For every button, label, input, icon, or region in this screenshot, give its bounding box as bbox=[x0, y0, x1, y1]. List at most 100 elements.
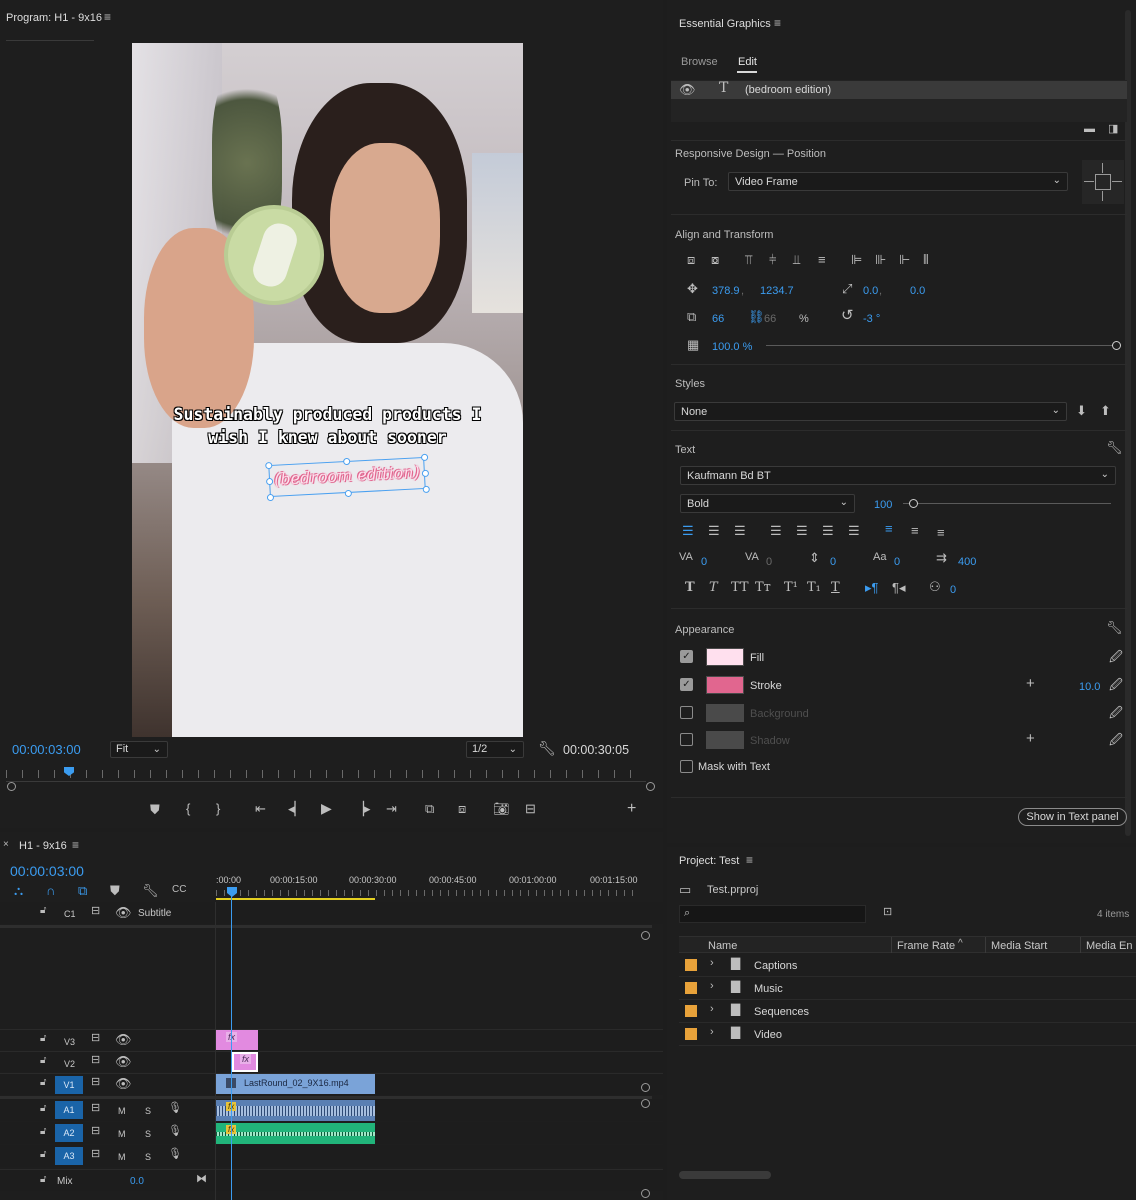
eye-icon[interactable]: 👁︎ bbox=[115, 906, 132, 919]
eye-icon[interactable]: 👁︎ bbox=[115, 1033, 132, 1046]
chevron-right-icon[interactable]: › bbox=[710, 1027, 714, 1038]
play-icon[interactable]: ▶ bbox=[321, 801, 332, 815]
justify-last-right-icon[interactable]: ☰ bbox=[822, 524, 834, 537]
small-caps-icon[interactable]: Tт bbox=[755, 581, 771, 594]
eye-icon[interactable]: 👁︎ bbox=[115, 1055, 132, 1068]
step-forward-icon[interactable]: ▕▸ bbox=[354, 802, 371, 815]
close-icon[interactable]: × bbox=[3, 840, 9, 850]
audio-clip-a2[interactable]: fx bbox=[216, 1123, 375, 1144]
show-in-text-panel-button[interactable]: Show in Text panel bbox=[1018, 808, 1127, 826]
mark-out-icon[interactable]: } bbox=[216, 802, 220, 815]
label-color-swatch[interactable] bbox=[685, 1005, 697, 1017]
font-size-slider-thumb[interactable] bbox=[909, 499, 919, 508]
scroll-handle[interactable] bbox=[641, 1189, 650, 1198]
track-output-icon[interactable]: ⊟ bbox=[91, 1103, 100, 1114]
eyedropper-icon[interactable]: 🖉 bbox=[1109, 650, 1123, 663]
program-timecode-current[interactable]: 00:00:03:00 bbox=[12, 742, 81, 757]
push-style-down-icon[interactable]: ⬇ bbox=[1076, 404, 1087, 417]
overwrite-icon[interactable]: ⧈ bbox=[458, 802, 466, 815]
faux-italic-icon[interactable]: T bbox=[709, 581, 718, 594]
eyedropper-icon[interactable]: 🖉 bbox=[1109, 733, 1123, 746]
ltr-direction-icon[interactable]: ▸¶ bbox=[865, 581, 879, 594]
scale-value[interactable]: 66 bbox=[712, 313, 724, 325]
lock-icon[interactable]: 🔓︎ bbox=[40, 1056, 46, 1066]
faux-bold-icon[interactable]: T bbox=[685, 581, 695, 594]
align-horizontal-center-icon[interactable]: ⧇ bbox=[711, 253, 719, 266]
panel-menu-icon[interactable]: ≡ bbox=[104, 11, 111, 23]
video-frame[interactable]: Sustainably produced products I wish I k… bbox=[132, 43, 523, 737]
timeline-timecode[interactable]: 00:00:03:00 bbox=[10, 863, 84, 879]
scroll-handle-right[interactable] bbox=[646, 782, 655, 791]
list-item[interactable]: › ▇ Video bbox=[679, 1024, 1136, 1046]
track-target-a1[interactable]: A1 bbox=[55, 1101, 83, 1119]
lock-icon[interactable]: 🔓︎ bbox=[40, 906, 46, 916]
eyedropper-icon[interactable]: 🖉 bbox=[1109, 678, 1123, 691]
link-icon[interactable]: ⛓︎ bbox=[748, 310, 765, 323]
list-item[interactable]: › ▇ Sequences bbox=[679, 1001, 1136, 1023]
subscript-icon[interactable]: T₁ bbox=[807, 581, 821, 594]
chevron-right-icon[interactable]: › bbox=[710, 981, 714, 992]
chevron-right-icon[interactable]: › bbox=[710, 958, 714, 969]
work-area-bar[interactable] bbox=[216, 898, 375, 900]
justify-last-center-icon[interactable]: ☰ bbox=[796, 524, 808, 537]
handle-tl[interactable] bbox=[265, 461, 273, 470]
video-clip[interactable]: LastRound_02_9X16.mp4 bbox=[216, 1074, 375, 1094]
chevron-right-icon[interactable]: › bbox=[710, 1004, 714, 1015]
microphone-icon[interactable]: 🎙︎ bbox=[168, 1103, 182, 1114]
track-target-v1[interactable]: V1 bbox=[55, 1076, 83, 1094]
opacity-slider-thumb[interactable] bbox=[1112, 341, 1121, 350]
justify-last-left-icon[interactable]: ☰ bbox=[770, 524, 782, 537]
new-layer-group-icon[interactable]: ▬ bbox=[1084, 124, 1095, 135]
tab-width-value[interactable]: 400 bbox=[958, 556, 976, 568]
panel-menu-icon[interactable]: ≡ bbox=[72, 839, 79, 851]
audio-track-a3[interactable]: 🔓︎ A3 ⊟ M S 🎙︎ bbox=[0, 1145, 663, 1167]
scroll-handle[interactable] bbox=[641, 1099, 650, 1108]
font-weight-select[interactable]: Bold ⌄ bbox=[680, 494, 855, 513]
new-layer-icon[interactable]: ◨ bbox=[1108, 124, 1118, 135]
mask-with-text-checkbox[interactable] bbox=[680, 760, 693, 773]
time-ruler[interactable]: :00:00 00:00:15:00 00:00:30:00 00:00:45:… bbox=[216, 872, 640, 902]
list-item[interactable]: › ▇ Captions bbox=[679, 955, 1136, 977]
track-output-icon[interactable]: ⊟ bbox=[91, 906, 100, 917]
solo-button[interactable]: S bbox=[145, 1152, 151, 1162]
nest-sequences-icon[interactable]: ⛬ bbox=[14, 884, 23, 897]
label-color-swatch[interactable] bbox=[685, 982, 697, 994]
pin-to-select[interactable]: Video Frame ⌄ bbox=[728, 172, 1068, 191]
align-text-right-icon[interactable]: ☰ bbox=[734, 524, 746, 537]
align-vertical-center-icon[interactable]: ⧈ bbox=[687, 253, 695, 266]
eyedropper-icon[interactable]: 🖉 bbox=[1109, 706, 1123, 719]
tab-browse[interactable]: Browse bbox=[681, 56, 718, 68]
add-marker-icon[interactable]: ⛊ bbox=[110, 884, 120, 897]
align-center-text-icon[interactable]: ≡ bbox=[911, 524, 919, 537]
subtitle-track[interactable]: 🔓︎ C1 ⊟ 👁︎ Subtitle bbox=[0, 902, 663, 924]
align-bottom-text-icon[interactable]: ≡ bbox=[937, 526, 945, 539]
caption-text[interactable]: Sustainably produced products I wish I k… bbox=[132, 403, 523, 449]
opacity-value[interactable]: 100.0 % bbox=[712, 341, 752, 353]
snap-icon[interactable]: ∩ bbox=[46, 884, 55, 897]
shadow-swatch[interactable] bbox=[706, 731, 744, 749]
distribute-horizontal-icon[interactable]: ⦀ bbox=[923, 253, 929, 266]
wrench-icon[interactable]: 🔧︎ bbox=[1106, 621, 1123, 634]
wrench-icon[interactable]: 🔧︎ bbox=[142, 884, 159, 897]
camera-icon[interactable]: 📷︎ bbox=[493, 802, 510, 815]
scroll-handle[interactable] bbox=[641, 931, 650, 940]
lock-icon[interactable]: 🔓︎ bbox=[40, 1150, 46, 1160]
graphic-clip-v3[interactable]: fx bbox=[216, 1030, 258, 1050]
column-media-start[interactable]: Media Start bbox=[991, 940, 1047, 952]
all-caps-icon[interactable]: TT bbox=[731, 581, 749, 594]
align-right-icon[interactable]: ⊩ bbox=[899, 253, 910, 266]
sort-ascending-icon[interactable]: ^ bbox=[958, 939, 963, 949]
lock-icon[interactable]: 🔓︎ bbox=[40, 1034, 46, 1044]
underline-icon[interactable]: T bbox=[831, 581, 840, 594]
align-text-center-icon[interactable]: ☰ bbox=[708, 524, 720, 537]
stroke-checkbox[interactable]: ✓ bbox=[680, 678, 693, 691]
go-to-out-icon[interactable]: ⇥ bbox=[386, 802, 397, 815]
stroke-width-value[interactable]: 10.0 bbox=[1079, 681, 1100, 693]
column-frame-rate[interactable]: Frame Rate bbox=[897, 940, 955, 952]
superscript-icon[interactable]: T¹ bbox=[784, 581, 798, 594]
project-search-input[interactable]: ⌕ bbox=[679, 905, 866, 923]
mute-button[interactable]: M bbox=[118, 1152, 126, 1162]
find-icon[interactable]: ⊡ bbox=[883, 907, 892, 918]
anchor-y[interactable]: 0.0 bbox=[910, 285, 925, 297]
align-center-icon[interactable]: ⊪ bbox=[875, 253, 886, 266]
